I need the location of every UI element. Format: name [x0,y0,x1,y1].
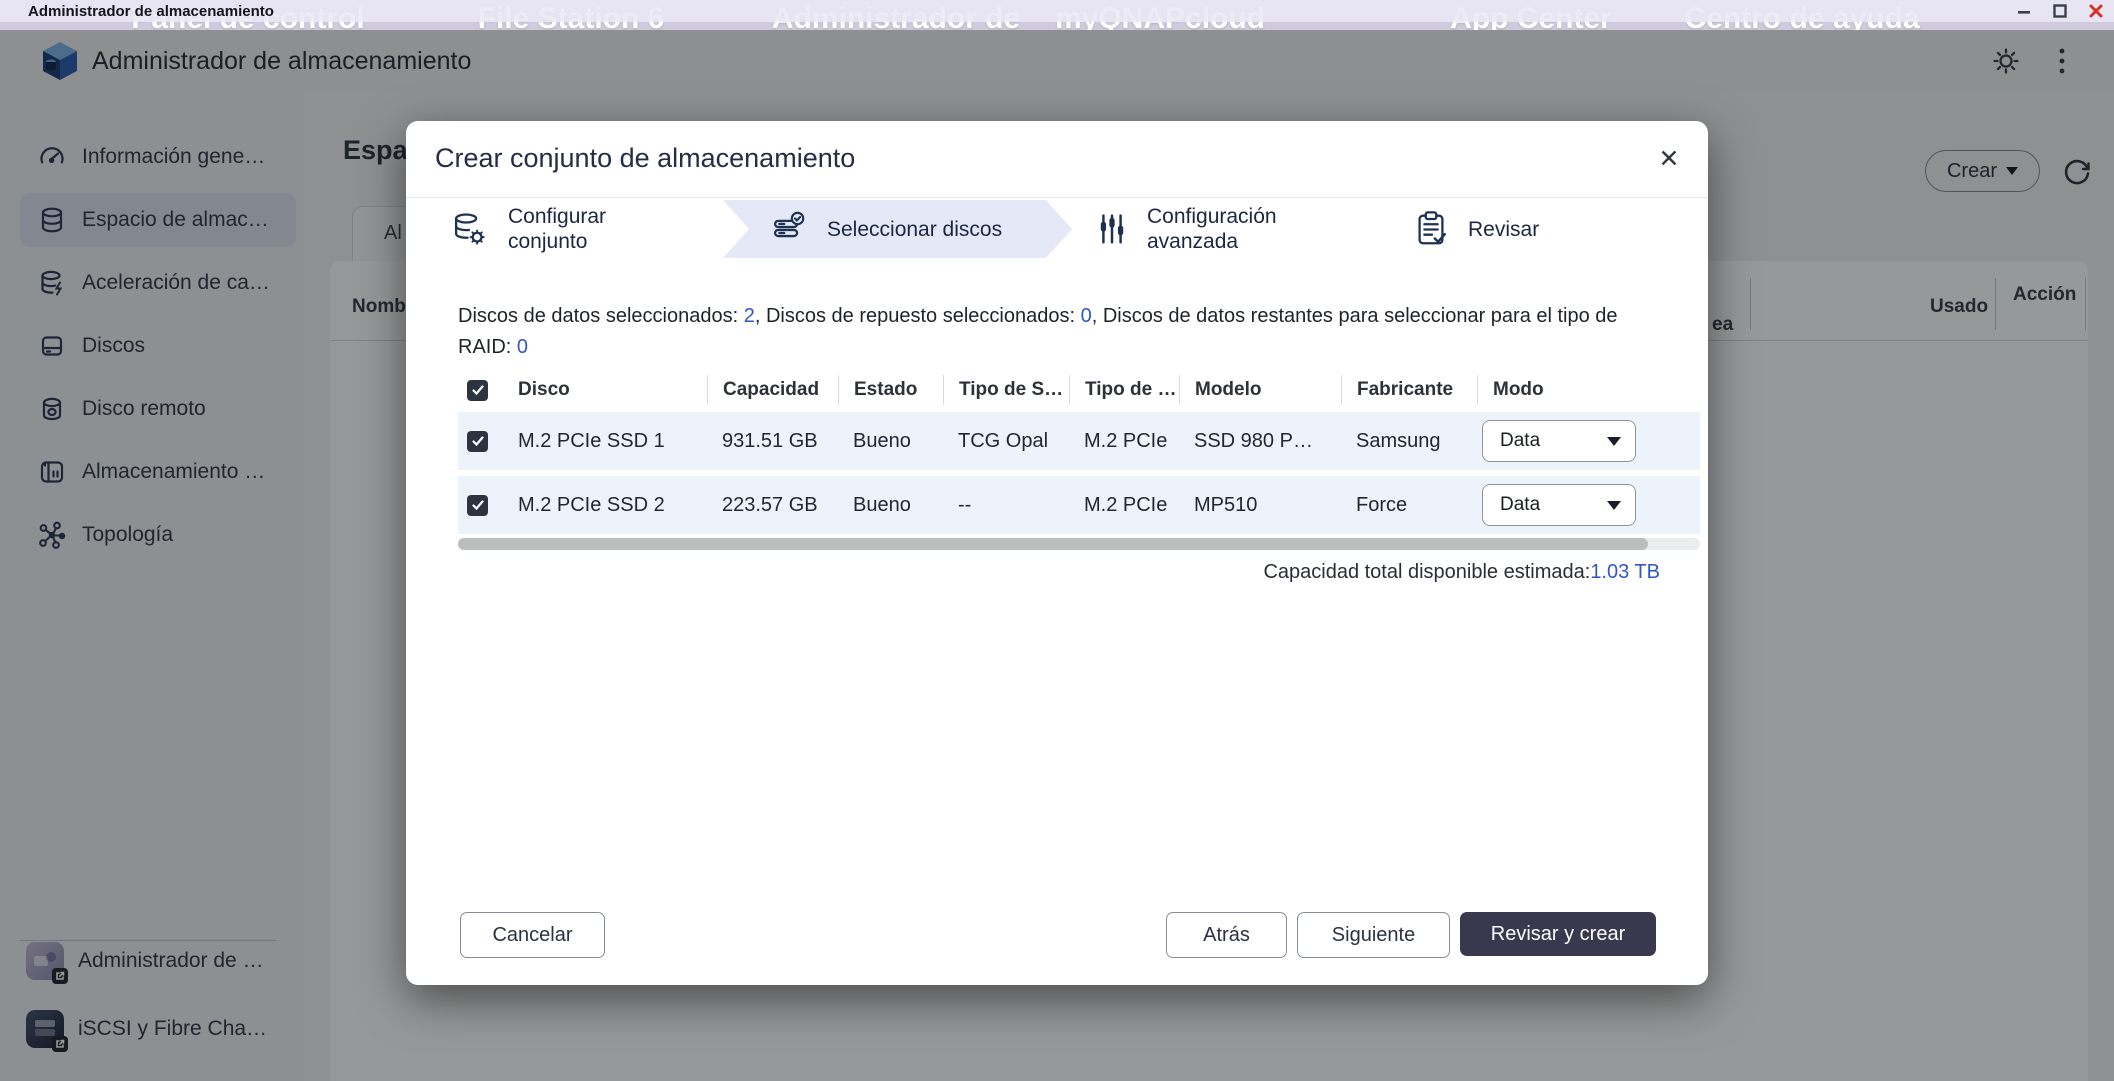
cell-tipo-s: TCG Opal [943,430,1069,453]
cell-modelo: SSD 980 P… [1179,430,1341,453]
cell-tipo: M.2 PCIe [1069,494,1179,517]
step-label: Configuraciónavanzada [1147,204,1277,254]
disk-table-header: Disco Capacidad Estado Tipo de S… Tipo d… [458,372,1700,408]
step-label: Configurarconjunto [508,204,606,254]
capacity-value: 1.03 TB [1590,561,1660,583]
column-header-tipo-s[interactable]: Tipo de S… [943,375,1069,405]
next-button[interactable]: Siguiente [1297,912,1450,958]
step-configurar-conjunto[interactable]: Configurarconjunto [448,200,606,258]
window-title: Administrador de almacenamiento [28,3,274,20]
disk-row[interactable]: M.2 PCIe SSD 2 223.57 GB Bueno -- M.2 PC… [458,476,1700,534]
mode-dropdown[interactable]: Data [1482,420,1636,462]
cell-estado: Bueno [838,494,943,517]
screen: Panel de control File Station 6 Administ… [0,0,2114,1081]
remaining-count: 0 [517,336,528,358]
cell-disco: M.2 PCIe SSD 2 [518,494,707,517]
disks-check-icon [767,208,809,250]
cell-fabricante: Force [1341,494,1477,517]
column-header-modo[interactable]: Modo [1477,375,1700,405]
sliders-icon [1095,208,1129,250]
dialog-header-divider [406,197,1708,198]
back-button[interactable]: Atrás [1166,912,1287,958]
step-configuracion-avanzada[interactable]: Configuraciónavanzada [1095,200,1277,258]
step-label: Revisar [1468,217,1539,242]
column-header-capacidad[interactable]: Capacidad [707,375,838,405]
column-header-tipo[interactable]: Tipo de … [1069,375,1179,405]
cell-capacidad: 931.51 GB [707,430,838,453]
column-header-disco[interactable]: Disco [518,375,707,405]
data-count: 2 [744,305,755,327]
cell-disco: M.2 PCIe SSD 1 [518,430,707,453]
step-seleccionar-discos[interactable]: Seleccionar discos [767,200,1002,258]
spare-count: 0 [1081,305,1092,327]
maximize-button-icon[interactable] [2052,3,2068,19]
mode-dropdown[interactable]: Data [1482,484,1636,526]
chevron-down-icon [1607,501,1621,510]
capacity-summary: Capacidad total disponible estimada:1.03… [1263,561,1660,584]
step-revisar[interactable]: Revisar [1412,200,1539,258]
close-window-icon[interactable] [2088,3,2104,19]
mode-dropdown-value: Data [1500,494,1607,516]
capacity-label: Capacidad total disponible estimada: [1263,561,1590,583]
cell-fabricante: Samsung [1341,430,1477,453]
step-label: Seleccionar discos [827,217,1002,242]
cell-tipo-s: -- [943,494,1069,517]
disk-row[interactable]: M.2 PCIe SSD 1 931.51 GB Bueno TCG Opal … [458,412,1700,470]
horizontal-scrollbar-thumb[interactable] [458,538,1648,550]
create-pool-dialog: Crear conjunto de almacenamiento ✕ Confi… [406,121,1708,985]
cancel-button[interactable]: Cancelar [460,912,605,958]
horizontal-scrollbar[interactable] [458,538,1700,550]
mode-dropdown-value: Data [1500,430,1607,452]
cell-modelo: MP510 [1179,494,1341,517]
close-icon[interactable]: ✕ [1653,143,1685,175]
row-checkbox[interactable] [467,431,488,452]
cell-capacidad: 223.57 GB [707,494,838,517]
dialog-title: Crear conjunto de almacenamiento [435,143,855,174]
review-create-button[interactable]: Revisar y crear [1460,912,1656,956]
column-header-modelo[interactable]: Modelo [1179,375,1341,405]
column-header-fabricante[interactable]: Fabricante [1341,375,1477,405]
clipboard-check-icon [1412,208,1450,250]
column-header-estado[interactable]: Estado [838,375,943,405]
minimize-button-icon[interactable] [2016,3,2032,19]
cell-estado: Bueno [838,430,943,453]
pool-gear-icon [448,208,490,250]
window-titlebar: Administrador de almacenamiento [0,0,2114,22]
cell-tipo: M.2 PCIe [1069,430,1179,453]
chevron-down-icon [1607,437,1621,446]
selection-summary: Discos de datos seleccionados: 2, Discos… [458,301,1648,363]
row-checkbox[interactable] [467,495,488,516]
select-all-checkbox[interactable] [467,380,488,401]
